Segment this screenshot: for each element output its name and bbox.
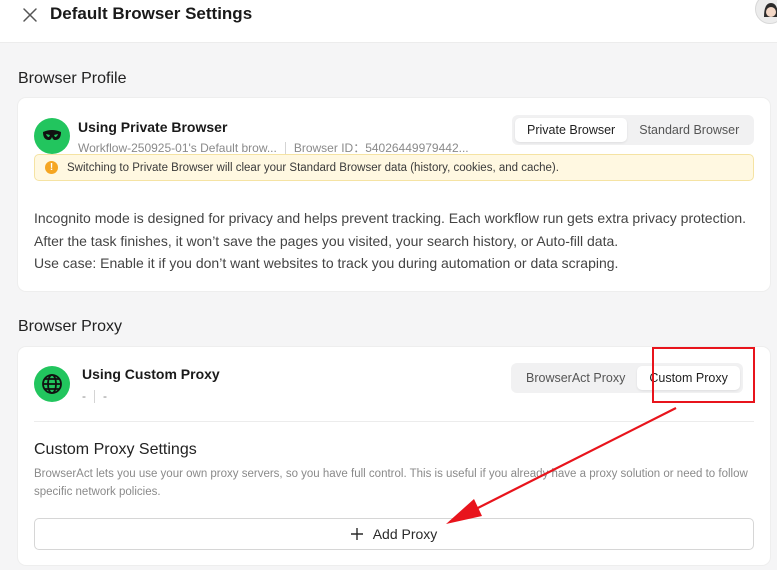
browseract-proxy-tab[interactable]: BrowserAct Proxy bbox=[514, 366, 637, 390]
incognito-mask-icon bbox=[43, 130, 61, 140]
warning-text: Switching to Private Browser will clear … bbox=[67, 161, 559, 174]
incognito-avatar bbox=[34, 118, 70, 154]
browser-profile-section-title: Browser Profile bbox=[18, 70, 127, 87]
browser-mode-switch: Private Browser Standard Browser bbox=[512, 115, 755, 145]
description-line-2: After the task finishes, it won’t save t… bbox=[34, 232, 619, 249]
close-button[interactable] bbox=[18, 4, 42, 26]
close-icon[interactable] bbox=[22, 7, 38, 23]
profile-description: Incognito mode is designed for privacy a… bbox=[34, 207, 764, 275]
top-bar: Default Browser Settings bbox=[0, 0, 777, 43]
add-proxy-button[interactable]: Add Proxy bbox=[34, 518, 754, 550]
browser-profile-card: Using Private Browser Workflow-250925-01… bbox=[18, 98, 770, 291]
custom-proxy-settings-title: Custom Proxy Settings bbox=[34, 441, 197, 458]
profile-heading: Using Private Browser bbox=[78, 119, 228, 135]
avatar-icon bbox=[756, 0, 777, 23]
description-line-3: Use case: Enable it if you don’t want we… bbox=[34, 255, 619, 271]
globe-avatar bbox=[34, 366, 70, 402]
meta-separator bbox=[94, 389, 95, 403]
browser-proxy-section-title: Browser Proxy bbox=[18, 318, 123, 335]
plus-icon bbox=[350, 528, 363, 540]
description-line-1: Incognito mode is designed for privacy a… bbox=[34, 210, 747, 226]
custom-proxy-settings-description: BrowserAct lets you use your own proxy s… bbox=[34, 468, 748, 498]
add-proxy-label: Add Proxy bbox=[372, 526, 438, 542]
browser-proxy-card: Using Custom Proxy - - BrowserAct Proxy … bbox=[18, 347, 770, 565]
standard-browser-tab[interactable]: Standard Browser bbox=[627, 118, 751, 142]
proxy-meta-right: - bbox=[103, 389, 107, 403]
proxy-meta-left: - bbox=[82, 389, 86, 403]
meta-separator bbox=[284, 141, 286, 155]
private-browser-tab[interactable]: Private Browser bbox=[515, 118, 628, 142]
avatar[interactable] bbox=[755, 0, 777, 24]
divider bbox=[34, 421, 754, 422]
proxy-mode-switch: BrowserAct Proxy Custom Proxy bbox=[511, 363, 743, 393]
warning-banner: ! Switching to Private Browser will clea… bbox=[34, 154, 754, 181]
proxy-meta: - - bbox=[82, 388, 107, 404]
globe-icon bbox=[42, 374, 62, 394]
page-title: Default Browser Settings bbox=[50, 4, 253, 23]
warning-icon: ! bbox=[45, 161, 58, 174]
custom-proxy-tab[interactable]: Custom Proxy bbox=[637, 366, 740, 390]
proxy-heading: Using Custom Proxy bbox=[82, 366, 220, 382]
